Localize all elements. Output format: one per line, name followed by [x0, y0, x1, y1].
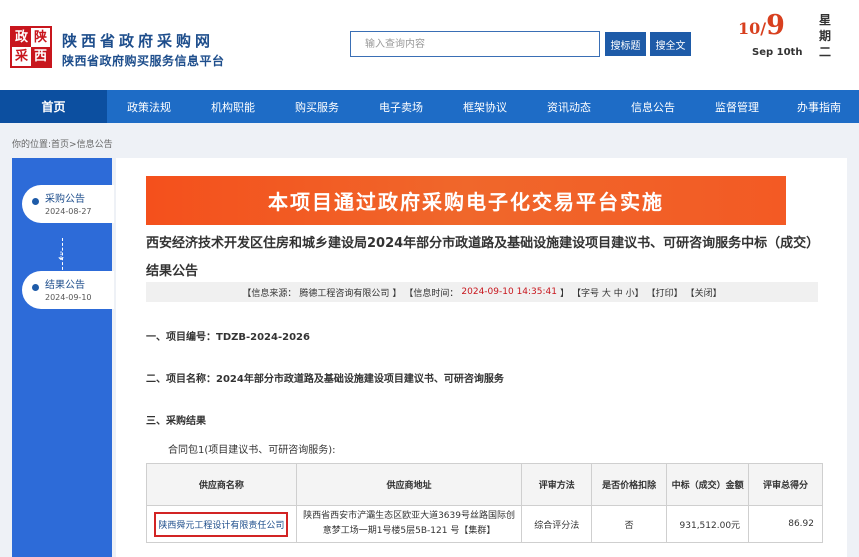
- supplier-address-cell: 陕西省西安市浐灞生态区欧亚大道3639号丝路国际创意梦工场一期1号楼5层5B-1…: [295, 505, 523, 543]
- nav-item-announcements[interactable]: 信息公告: [611, 90, 695, 123]
- main-nav: 首页 政策法规 机构职能 购买服务 电子卖场 框架协议 资讯动态 信息公告 监督…: [0, 90, 859, 123]
- weekday-char: 二: [818, 45, 831, 59]
- evaluation-method-cell: 综合评分法: [521, 505, 593, 543]
- bullet-icon: [32, 198, 39, 205]
- weekday-char: 期: [818, 29, 831, 43]
- sidebar-item-label: 结果公告: [45, 280, 85, 291]
- bullet-icon: [32, 284, 39, 291]
- weekday: 星 期 二: [818, 12, 832, 60]
- col-header: 是否价格扣除: [591, 463, 668, 506]
- site-header: 政 陕 采 西 陕西省政府采购网 陕西省政府购买服务信息平台 搜标题 搜全文 1…: [0, 0, 859, 90]
- print-link[interactable]: 【打印】: [647, 286, 683, 299]
- font-size-control[interactable]: 【字号 大 中 小】: [572, 286, 644, 299]
- banner-text: 本项目通过政府采购电子化交易平台实施: [268, 190, 664, 214]
- table-row: 陕西舜元工程设计有限责任公司 陕西省西安市浐灞生态区欧亚大道3639号丝路国际创…: [146, 505, 823, 543]
- sidebar: 采购公告 2024-08-27 ⇣ 结果公告 2024-09-10: [12, 158, 114, 557]
- breadcrumb[interactable]: 你的位置:首页>信息公告: [12, 137, 113, 150]
- date-month: 10: [738, 19, 761, 38]
- contract-package: 合同包1(项目建议书、可研咨询服务):: [168, 445, 336, 456]
- site-logo[interactable]: 政 陕 采 西: [10, 26, 52, 68]
- article-title: 西安经济技术开发区住房和城乡建设局2024年部分市政道路及基础设施建设项目建议书…: [146, 236, 820, 279]
- nav-item-policy[interactable]: 政策法规: [107, 90, 191, 123]
- col-header: 评审总得分: [748, 463, 823, 506]
- sidebar-item-date: 2024-08-27: [45, 207, 92, 216]
- col-header: 中标（成交）金额: [666, 463, 750, 506]
- logo-char: 政: [14, 30, 28, 45]
- search-fulltext-button[interactable]: 搜全文: [650, 32, 691, 56]
- article-panel: 本项目通过政府采购电子化交易平台实施 西安经济技术开发区住房和城乡建设局2024…: [116, 158, 847, 557]
- supplier-name-highlight: 陕西舜元工程设计有限责任公司: [154, 511, 289, 537]
- col-header: 供应商名称: [146, 463, 297, 506]
- sidebar-item-label: 采购公告: [45, 194, 85, 205]
- supplier-name-cell: 陕西舜元工程设计有限责任公司: [146, 505, 297, 543]
- col-header: 评审方法: [521, 463, 593, 506]
- col-header: 供应商地址: [295, 463, 523, 506]
- date-display: 10/9: [738, 10, 785, 41]
- time-suffix: 】: [560, 288, 570, 299]
- date-english: Sep 10th: [752, 47, 803, 58]
- site-subtitle: 陕西省政府购买服务信息平台: [62, 54, 225, 68]
- nav-item-institutions[interactable]: 机构职能: [191, 90, 275, 123]
- article-info-bar: 【信息来源： 腾德工程咨询有限公司 】 【信息时间： 2024-09-10 14…: [146, 282, 818, 302]
- info-source: 腾德工程咨询有限公司: [299, 288, 390, 299]
- sidebar-item-result-notice[interactable]: 结果公告 2024-09-10: [22, 271, 114, 309]
- section-procurement-result: 三、采购结果: [146, 416, 206, 427]
- nav-item-e-mall[interactable]: 电子卖场: [359, 90, 443, 123]
- price-deduction-cell: 否: [591, 505, 668, 543]
- weekday-char: 星: [818, 13, 831, 27]
- search-input[interactable]: [350, 31, 600, 57]
- site-title: 陕西省政府采购网: [62, 32, 215, 50]
- logo-char: 陕: [31, 28, 50, 47]
- source-suffix: 】: [392, 288, 402, 299]
- close-link[interactable]: 【关闭】: [686, 286, 722, 299]
- arrow-down-icon: ⇣: [56, 249, 67, 263]
- platform-banner: 本项目通过政府采购电子化交易平台实施: [146, 176, 786, 225]
- table-header-row: 供应商名称 供应商地址 评审方法 是否价格扣除 中标（成交）金额 评审总得分: [146, 463, 823, 506]
- logo-char: 西: [33, 49, 47, 64]
- nav-item-news[interactable]: 资讯动态: [527, 90, 611, 123]
- source-prefix: 【信息来源：: [242, 288, 297, 299]
- section-project-number: 一、项目编号：TDZB-2024-2026: [146, 332, 310, 343]
- nav-item-purchase-services[interactable]: 购买服务: [275, 90, 359, 123]
- total-score-cell: 86.92: [748, 505, 823, 543]
- nav-item-guide[interactable]: 办事指南: [779, 90, 859, 123]
- date-day: 9: [766, 10, 785, 41]
- section-project-name: 二、项目名称：2024年部分市政道路及基础设施建设项目建议书、可研咨询服务: [146, 374, 504, 385]
- sidebar-item-procurement-notice[interactable]: 采购公告 2024-08-27: [22, 185, 114, 223]
- sidebar-item-date: 2024-09-10: [45, 293, 92, 302]
- info-time: 2024-09-10 14:35:41: [461, 287, 557, 297]
- nav-item-framework[interactable]: 框架协议: [443, 90, 527, 123]
- time-prefix: 【信息时间：: [404, 288, 459, 299]
- award-amount-cell: 931,512.00元: [666, 505, 750, 543]
- search-title-button[interactable]: 搜标题: [605, 32, 646, 56]
- nav-item-home[interactable]: 首页: [0, 90, 107, 123]
- nav-item-supervision[interactable]: 监督管理: [695, 90, 779, 123]
- result-table: 供应商名称 供应商地址 评审方法 是否价格扣除 中标（成交）金额 评审总得分 陕…: [146, 463, 823, 543]
- logo-char: 采: [12, 47, 31, 66]
